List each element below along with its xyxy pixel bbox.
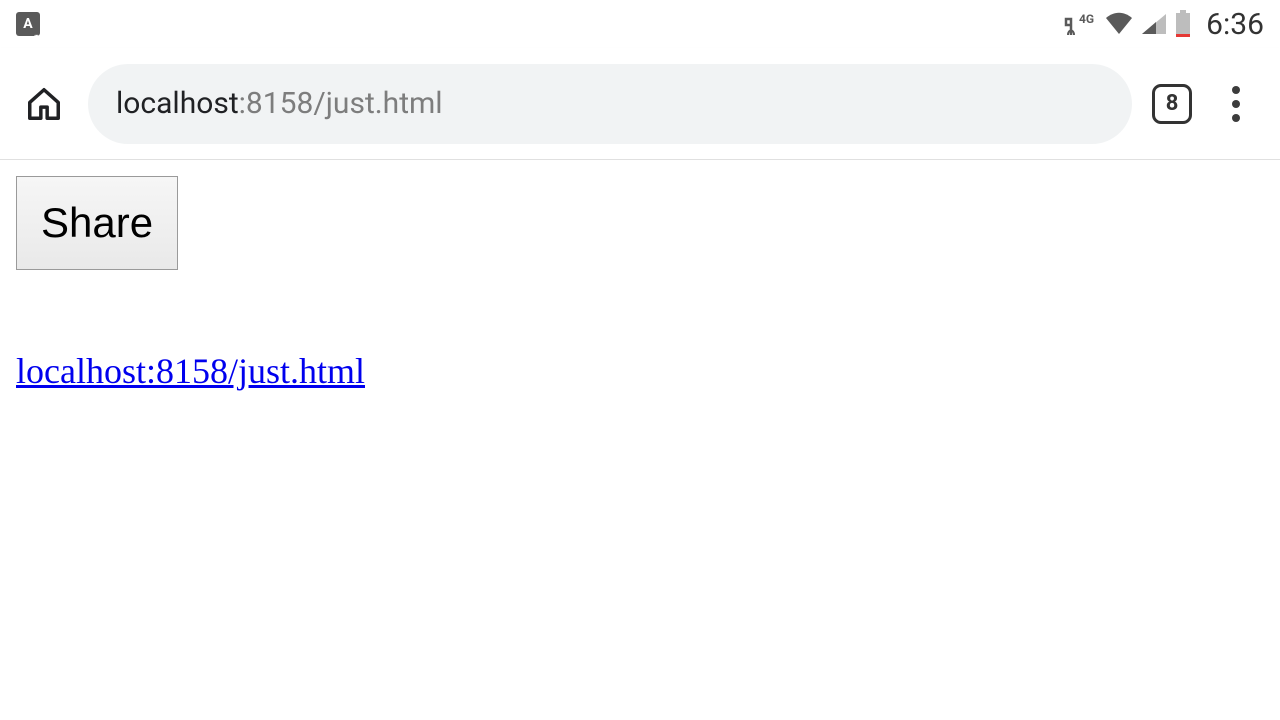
share-button[interactable]: Share — [16, 176, 178, 270]
url-path: :8158/just.html — [239, 86, 443, 121]
more-vert-icon — [1232, 86, 1240, 122]
status-right: 4G 6:36 — [1064, 7, 1264, 42]
page-content: Share localhost:8158/just.html — [0, 160, 1280, 408]
wifi-icon — [1104, 12, 1134, 36]
url-bar[interactable]: localhost:8158/just.html — [88, 64, 1132, 144]
status-left: A — [16, 12, 40, 36]
home-button[interactable] — [20, 80, 68, 128]
browser-toolbar: localhost:8158/just.html 8 — [0, 48, 1280, 160]
keyboard-app-icon: A — [16, 12, 40, 36]
status-clock: 6:36 — [1206, 7, 1264, 42]
battery-icon — [1174, 10, 1192, 38]
svg-text:4G: 4G — [1079, 12, 1094, 26]
cell-signal-icon — [1140, 12, 1168, 36]
overflow-menu-button[interactable] — [1212, 80, 1260, 128]
home-icon — [25, 85, 63, 123]
page-url-link[interactable]: localhost:8158/just.html — [16, 350, 365, 392]
url-host: localhost — [116, 86, 239, 121]
status-bar: A 4G 6:36 — [0, 0, 1280, 48]
tabs-button[interactable]: 8 — [1152, 84, 1192, 124]
tab-count: 8 — [1166, 91, 1179, 116]
keyboard-app-letter: A — [23, 16, 32, 32]
phone-4g-icon: 4G — [1064, 11, 1098, 37]
